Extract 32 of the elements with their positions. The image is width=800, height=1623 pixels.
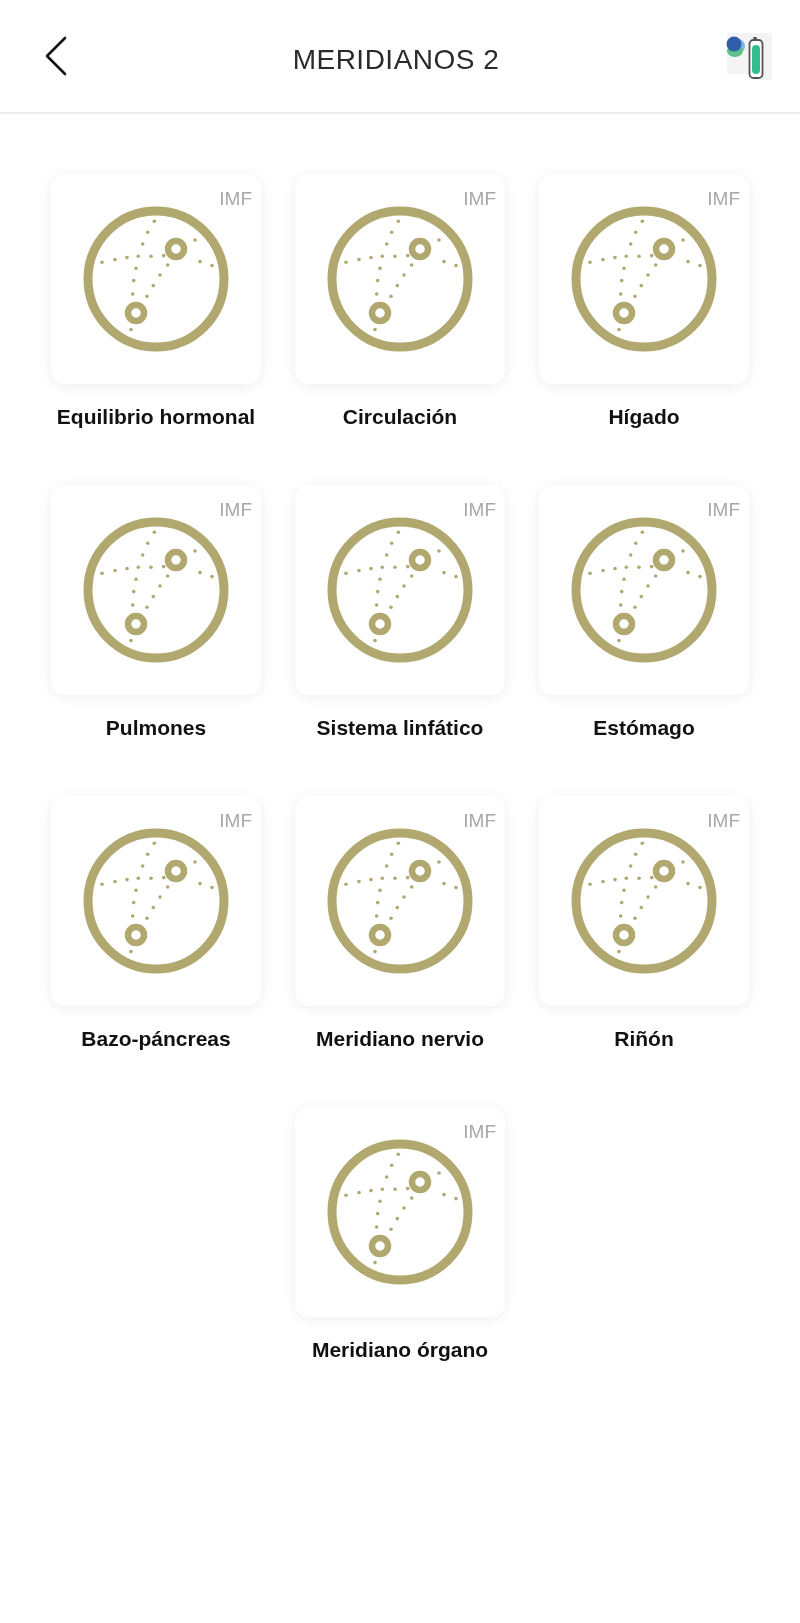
program-label: Pulmones	[105, 715, 207, 741]
back-icon[interactable]	[44, 36, 68, 76]
program-tile[interactable]: IMF	[539, 796, 749, 1006]
program-code-label: IMF	[463, 810, 496, 832]
program-label: Equilibrio hormonal	[56, 404, 256, 430]
program-code-label: IMF	[219, 810, 252, 832]
program-label: Hígado	[608, 404, 680, 430]
program-label: Circulación	[342, 404, 458, 430]
program-code-label: IMF	[707, 188, 740, 210]
program-tile[interactable]: IMF	[51, 796, 261, 1006]
program-label: Meridiano órgano	[311, 1337, 489, 1363]
program-label: Bazo-páncreas	[81, 1026, 231, 1052]
program-label: Meridiano nervio	[316, 1026, 484, 1052]
program-tile[interactable]: IMF	[51, 485, 261, 695]
program-tile[interactable]: IMF	[51, 174, 261, 384]
program-tile[interactable]: IMF	[295, 174, 505, 384]
program-code-label: IMF	[463, 1121, 496, 1143]
program-label: Sistema linfático	[316, 715, 484, 741]
program-code-label: IMF	[463, 499, 496, 521]
program-tile[interactable]: IMF	[539, 485, 749, 695]
program-code-label: IMF	[219, 499, 252, 521]
program-code-label: IMF	[707, 810, 740, 832]
program-code-label: IMF	[219, 188, 252, 210]
program-tile[interactable]: IMF	[295, 485, 505, 695]
program-label: Riñón	[614, 1026, 674, 1052]
program-code-label: IMF	[707, 499, 740, 521]
program-tile[interactable]: IMF	[295, 796, 505, 1006]
program-tile[interactable]: IMF	[295, 1107, 505, 1317]
page-title: MERIDIANOS 2	[292, 43, 500, 76]
program-code-label: IMF	[463, 188, 496, 210]
program-label: Estómago	[593, 715, 695, 741]
program-tile[interactable]: IMF	[539, 174, 749, 384]
